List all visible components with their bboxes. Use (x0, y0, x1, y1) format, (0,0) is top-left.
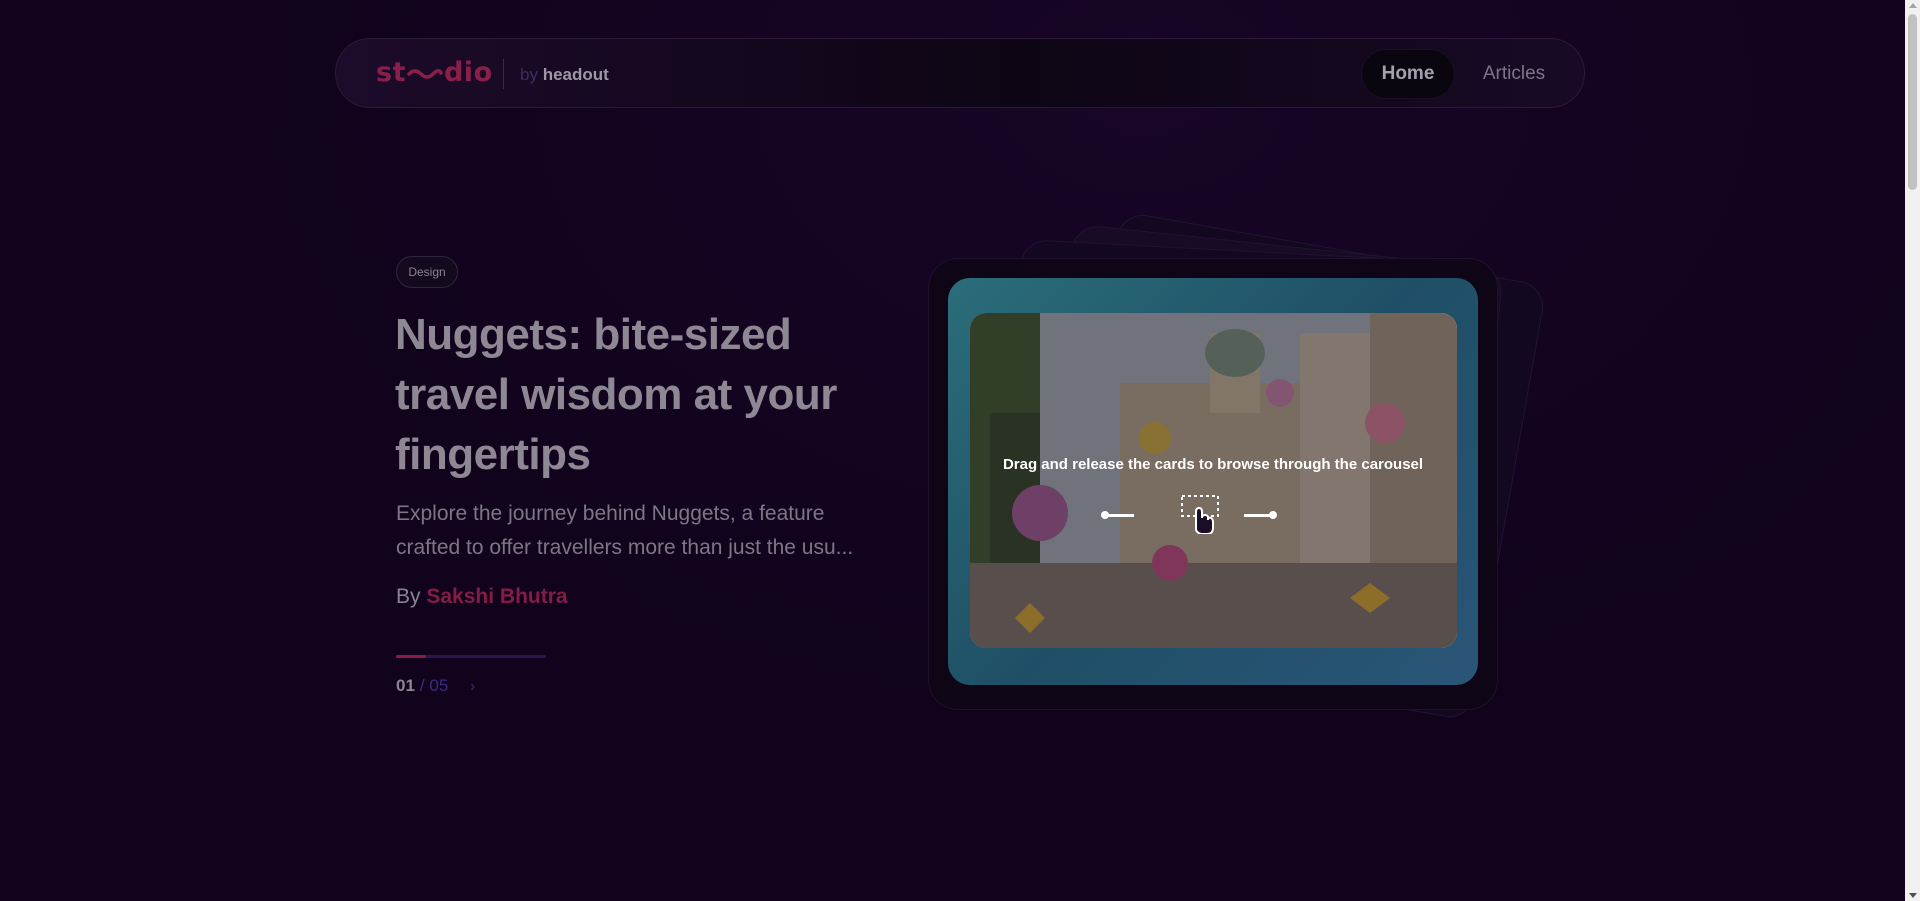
progress-fill (396, 655, 426, 658)
author-line: By Sakshi Bhutra (396, 585, 568, 609)
drag-hint-text: Drag and release the cards to browse thr… (1002, 456, 1424, 473)
pager: 01/ 05 › (396, 676, 475, 696)
scroll-up-arrow-icon[interactable] (1909, 3, 1917, 8)
article-description: Explore the journey behind Nuggets, a fe… (396, 497, 876, 565)
scroll-thumb[interactable] (1908, 14, 1917, 190)
page-scrollbar[interactable] (1905, 0, 1920, 901)
chevron-right-icon[interactable]: › (470, 678, 475, 696)
hint-left-line (1104, 514, 1134, 517)
card-photo (970, 313, 1457, 648)
brand-label: headout (542, 65, 609, 84)
author-name-link[interactable]: Sakshi Bhutra (426, 585, 567, 608)
pager-total: / 05 (419, 676, 449, 695)
description-line-1: Explore the journey behind Nuggets, a fe… (396, 502, 825, 525)
pager-current: 01 (396, 676, 415, 695)
wave-icon (407, 68, 443, 79)
studio-logo[interactable]: st dio (376, 57, 493, 88)
logo-divider (503, 59, 504, 89)
page: st dio by headout Home Articles Design Nu… (0, 0, 1905, 901)
nav-home-link[interactable]: Home (1361, 49, 1455, 99)
logo-text-right: dio (443, 57, 493, 88)
description-line-2: crafted to offer travellers more than ju… (396, 536, 854, 559)
drag-hint-graphic (1101, 494, 1324, 534)
logo-text-left: st (376, 57, 406, 88)
carousel-progress-bar (396, 655, 546, 658)
byline: by headout (520, 65, 609, 85)
author-prefix: By (396, 585, 421, 608)
drag-hand-icon (1181, 495, 1219, 534)
hint-right-dot (1269, 511, 1277, 519)
carousel-card[interactable]: Drag and release the cards to browse thr… (948, 278, 1478, 685)
top-nav: st dio by headout Home Articles (335, 38, 1585, 108)
scroll-down-arrow-icon[interactable] (1909, 893, 1917, 898)
nav-articles-link[interactable]: Articles (1464, 49, 1564, 99)
by-label: by (520, 65, 538, 84)
category-tag[interactable]: Design (396, 256, 458, 288)
article-title[interactable]: Nuggets: bite-sized travel wisdom at you… (395, 305, 895, 485)
photo-dim-overlay (970, 313, 1457, 648)
